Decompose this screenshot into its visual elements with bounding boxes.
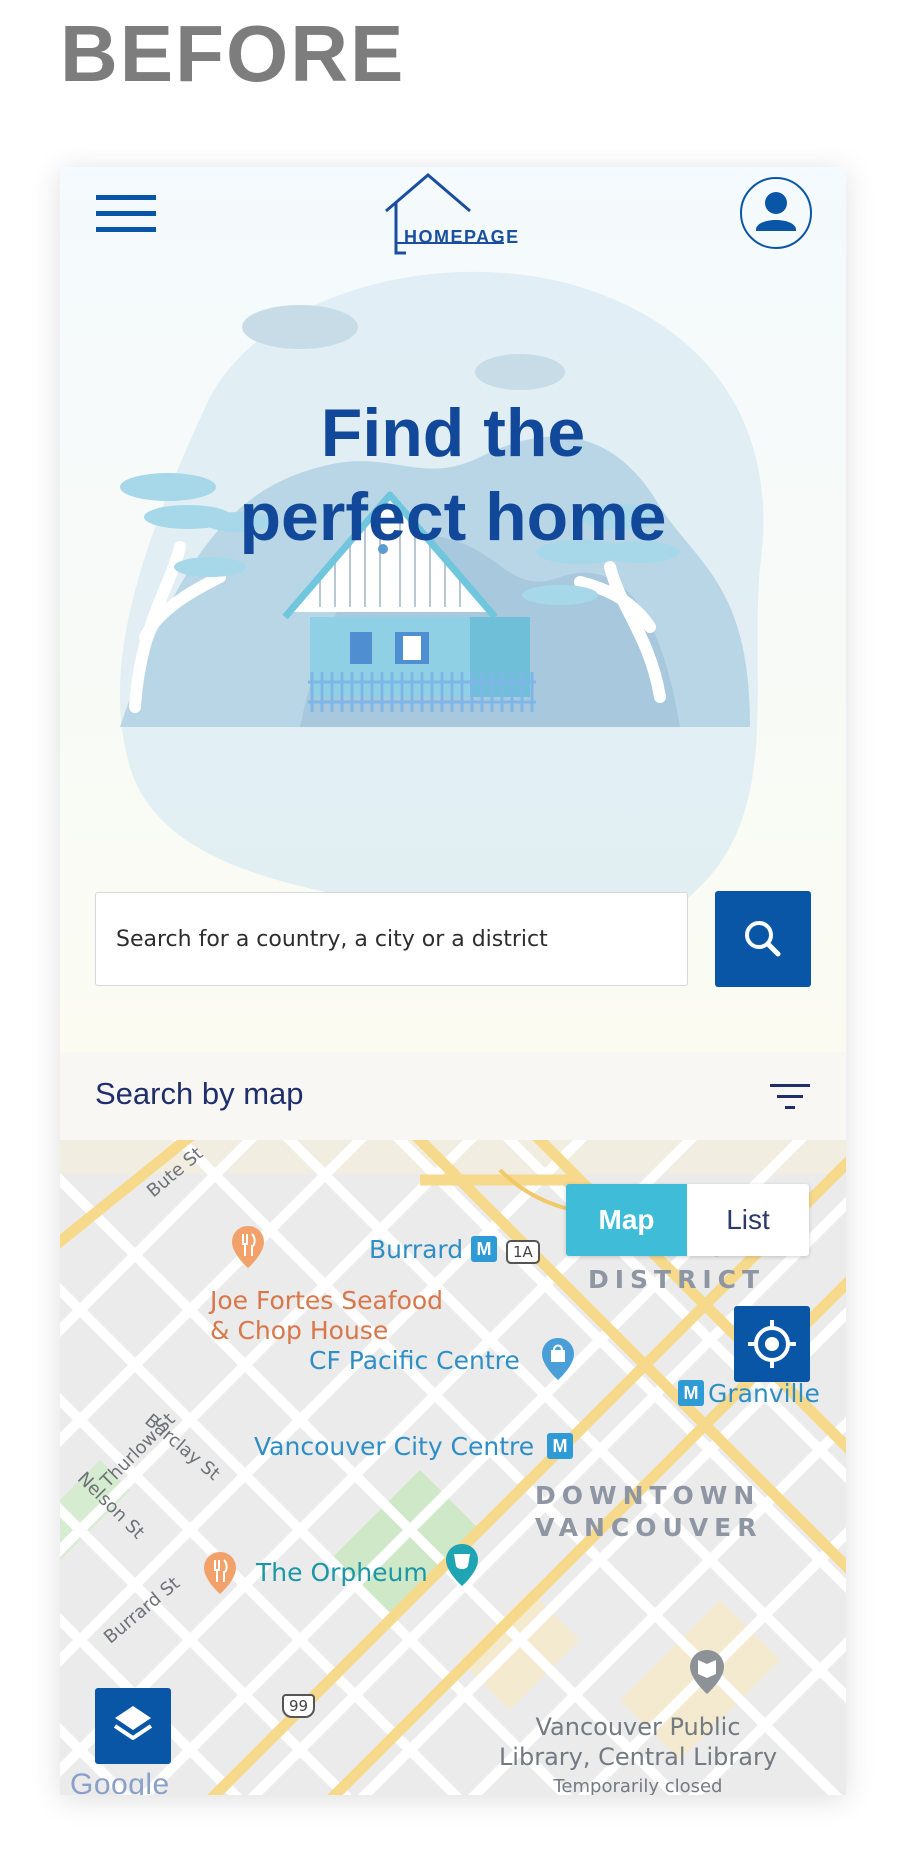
map-label-joe-fortes[interactable]: Joe Fortes Seafood & Chop House <box>210 1286 443 1346</box>
downtown-line2: VANCOUVER <box>535 1513 763 1542</box>
hero-title: Find the perfect home <box>60 391 846 559</box>
library-pin-icon[interactable] <box>688 1648 726 1696</box>
menu-icon-bar <box>96 195 156 200</box>
map-section-header: Search by map <box>60 1052 846 1140</box>
downtown-line1: DOWNTOWN <box>535 1481 761 1510</box>
phone-screen: HOMEPAGE Find the perfect home Search by… <box>60 167 846 1795</box>
hero-title-line2: perfect home <box>239 479 667 555</box>
restaurant-pin-icon[interactable] <box>202 1550 238 1596</box>
hero-section: HOMEPAGE Find the perfect home <box>60 167 846 1052</box>
menu-icon-bar <box>96 211 156 216</box>
map-layers-button[interactable] <box>95 1688 171 1764</box>
restaurant-pin-icon[interactable] <box>230 1224 266 1270</box>
layers-icon <box>113 1706 153 1740</box>
profile-button[interactable] <box>740 177 812 249</box>
map-view[interactable]: Bute St Burrard M 1A FINANCIAL DISTRICT … <box>60 1140 846 1795</box>
library-line1: Vancouver Public <box>535 1713 741 1741</box>
user-icon <box>756 192 796 231</box>
theater-pin-icon[interactable] <box>444 1542 480 1588</box>
search-button[interactable] <box>715 891 811 987</box>
list-toggle-button[interactable]: List <box>687 1184 809 1256</box>
map-label-vancouver-city-centre[interactable]: Vancouver City Centre <box>254 1432 534 1461</box>
filter-button[interactable] <box>768 1080 812 1114</box>
my-location-button[interactable] <box>734 1306 810 1382</box>
search-by-map-title: Search by map <box>95 1076 304 1111</box>
search-icon <box>745 921 781 957</box>
map-label-downtown-vancouver: DOWNTOWN VANCOUVER <box>535 1480 763 1544</box>
menu-icon-bar <box>96 227 156 232</box>
crosshair-icon <box>748 1320 796 1368</box>
map-label-granville[interactable]: Granville <box>708 1379 820 1408</box>
map-label-library[interactable]: Vancouver Public Library, Central Librar… <box>478 1712 798 1795</box>
filter-icon <box>770 1084 810 1109</box>
hero-title-line1: Find the <box>320 395 586 471</box>
map-label-orpheum[interactable]: The Orpheum <box>256 1558 428 1587</box>
metro-icon: M <box>471 1236 497 1262</box>
google-logo: Google <box>70 1768 170 1795</box>
homepage-logo[interactable]: HOMEPAGE <box>374 171 524 261</box>
library-line3: Temporarily closed <box>553 1776 723 1795</box>
financial-line2: DISTRICT <box>588 1265 766 1294</box>
route-shield-1a: 1A <box>506 1240 540 1264</box>
map-toggle-button[interactable]: Map <box>566 1184 687 1256</box>
before-caption: BEFORE <box>60 9 406 98</box>
library-line2: Library, Central Library <box>498 1743 778 1771</box>
hamburger-menu-button[interactable] <box>94 189 158 239</box>
route-shield-99: 99 <box>282 1694 316 1718</box>
search-input[interactable] <box>95 892 688 986</box>
joe-fortes-line2: & Chop House <box>210 1316 389 1345</box>
shopping-pin-icon[interactable] <box>540 1336 576 1382</box>
logo-text: HOMEPAGE <box>404 227 520 247</box>
map-label-burrard[interactable]: Burrard <box>369 1235 463 1264</box>
joe-fortes-line1: Joe Fortes Seafood <box>210 1286 444 1315</box>
metro-icon: M <box>547 1433 573 1459</box>
map-list-toggle: Map List <box>566 1184 809 1256</box>
map-label-cf-pacific[interactable]: CF Pacific Centre <box>309 1346 520 1375</box>
metro-icon: M <box>678 1380 704 1406</box>
